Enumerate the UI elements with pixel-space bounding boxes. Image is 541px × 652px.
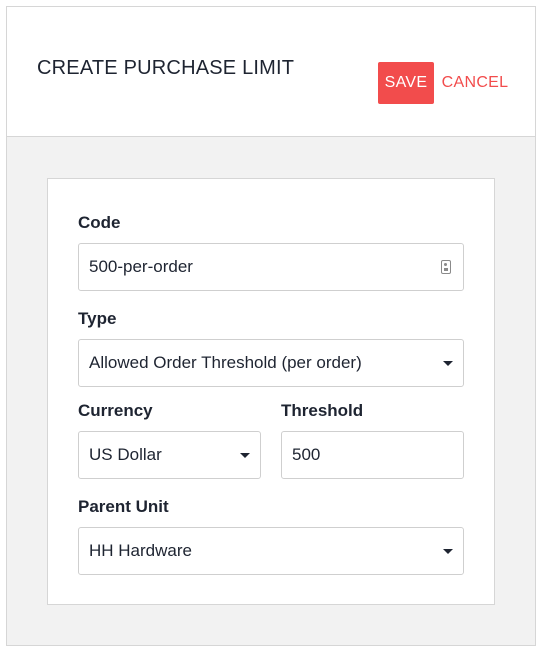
type-value: Allowed Order Threshold (per order) xyxy=(89,353,362,372)
code-field[interactable]: 500-per-order xyxy=(78,243,464,291)
type-select[interactable]: Allowed Order Threshold (per order) xyxy=(78,339,464,387)
cancel-button[interactable]: CANCEL xyxy=(439,62,511,104)
parent-unit-select[interactable]: HH Hardware xyxy=(78,527,464,575)
currency-label: Currency xyxy=(78,401,153,420)
panel-header: CREATE PURCHASE LIMIT SAVE CANCEL xyxy=(7,7,535,137)
form-card: Code 500-per-order Type Allowed Order Th… xyxy=(47,178,495,605)
type-label: Type xyxy=(78,309,117,328)
code-label: Code xyxy=(78,213,121,232)
code-value: 500-per-order xyxy=(89,257,193,276)
save-button[interactable]: SAVE xyxy=(378,62,434,104)
chevron-down-icon xyxy=(240,452,250,458)
page-title: CREATE PURCHASE LIMIT xyxy=(37,57,295,79)
chevron-down-icon xyxy=(443,360,453,366)
threshold-label: Threshold xyxy=(281,401,364,420)
parent-unit-label: Parent Unit xyxy=(78,497,169,516)
threshold-input[interactable]: 500 xyxy=(281,431,464,479)
currency-value: US Dollar xyxy=(89,445,162,464)
purchase-limit-panel: CREATE PURCHASE LIMIT SAVE CANCEL Code 5… xyxy=(6,6,536,646)
chevron-down-icon xyxy=(443,548,453,554)
parent-unit-value: HH Hardware xyxy=(89,541,192,560)
threshold-value: 500 xyxy=(292,445,321,464)
contact-card-icon[interactable] xyxy=(441,260,451,274)
currency-select[interactable]: US Dollar xyxy=(78,431,261,479)
